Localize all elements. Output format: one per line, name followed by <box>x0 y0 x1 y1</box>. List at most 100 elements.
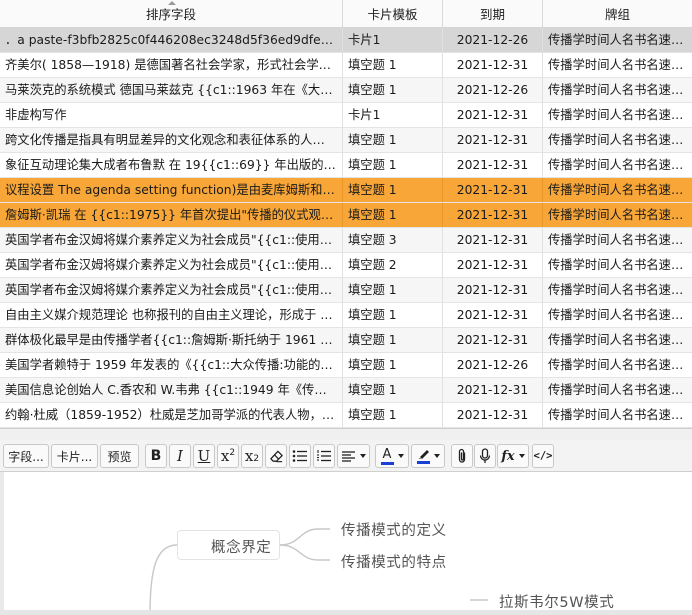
italic-button[interactable]: I <box>169 444 191 468</box>
cell-deck: 传播学时间人名书名速记:: <box>548 208 692 222</box>
microphone-icon <box>479 448 491 463</box>
underline-button[interactable]: U <box>193 444 215 468</box>
bulleted-list-button[interactable] <box>289 444 311 468</box>
chevron-down-icon <box>360 454 366 458</box>
cell-deck: 传播学时间人名书名速记:: <box>548 108 692 122</box>
sort-ascending-icon <box>168 1 176 5</box>
table-row[interactable]: 议程设置 The agenda setting function)是由麦库姆斯和… <box>0 178 692 203</box>
column-header-card-template[interactable]: 卡片模板 <box>343 0 443 28</box>
cell-card-template: 填空题 1 <box>343 303 443 327</box>
subscript-button[interactable]: x2 <box>241 444 263 468</box>
italic-label: I <box>177 446 183 465</box>
table-header: 排序字段 卡片模板 到期 牌组 <box>0 0 692 28</box>
code-icon: </> <box>533 450 553 462</box>
pane-splitter[interactable] <box>0 428 692 440</box>
cell-due: 2021-12-26 <box>443 78 543 102</box>
cell-card-template: 填空题 1 <box>343 403 443 427</box>
table-row[interactable]: 马莱茨克的系统模式 德国马莱兹克 {{c1::1963 年在《大众传播心理学》填… <box>0 78 692 103</box>
record-audio-button[interactable] <box>474 444 496 468</box>
cell-card-template: 填空题 1 <box>343 128 443 152</box>
fields-button[interactable]: 字段... <box>3 444 49 468</box>
connector-root-down <box>149 544 178 615</box>
mindmap-root-label: 概念界定 <box>211 540 272 556</box>
table-row[interactable]: 英国学者布金汉姆将媒介素养定义为社会成员"{{c1::使用和解读 填空题 1 202… <box>0 278 692 303</box>
cell-deck: 传播学时间人名书名速记:: <box>548 158 692 172</box>
cell-deck: 传播学时间人名书名速记:: <box>548 408 692 422</box>
formula-label: fx <box>501 448 515 464</box>
table-row[interactable]: 象征互动理论集大成者布鲁默 在 19{{c1::69}} 年出版的{{c1:: 填… <box>0 153 692 178</box>
highlight-color-bar <box>416 461 430 464</box>
preview-button[interactable]: 预览 <box>100 444 139 468</box>
editor-bottom-scrollbar[interactable] <box>0 610 692 615</box>
table-row[interactable]: 齐美尔( 1858—1918) 是德国著名社会学家，形式社会学的创始人 填空题 1… <box>0 53 692 78</box>
highlight-color-dropdown[interactable] <box>411 444 445 468</box>
table-row[interactable]: 非虚构写作 卡片1 2021-12-31 传播学时间人名书名速记:: <box>0 103 692 128</box>
cell-due: 2021-12-31 <box>443 278 543 302</box>
cell-card-template: 填空题 1 <box>343 203 443 227</box>
table-row[interactable]: 美国信息论创始人 C.香农和 W.韦弗 {{c1::1949 年《传播的数学理论… <box>0 378 692 403</box>
cell-due: 2021-12-31 <box>443 153 543 177</box>
cell-due: 2021-12-31 <box>443 403 543 427</box>
formula-dropdown[interactable]: fx <box>497 444 529 468</box>
cell-due: 2021-12-31 <box>443 203 543 227</box>
cell-sort-field: ．a paste-f3bfb2825c0f446208ec3248d5f36ed… <box>0 28 343 52</box>
html-editor-button[interactable]: </> <box>532 444 554 468</box>
cell-deck: 传播学时间人名书名速记:: <box>548 333 692 347</box>
cell-card-template: 填空题 1 <box>343 153 443 177</box>
cell-deck: 传播学时间人名书名速记:: <box>548 58 692 72</box>
column-header-sort-field[interactable]: 排序字段 <box>0 0 343 28</box>
table-row[interactable]: 英国学者布金汉姆将媒介素养定义为社会成员"{{c1::使用和解读 填空题 2 202… <box>0 253 692 278</box>
cell-deck: 传播学时间人名书名速记:: <box>548 308 692 322</box>
cell-card-template: 填空题 1 <box>343 353 443 377</box>
table-row[interactable]: ．a paste-f3bfb2825c0f446208ec3248d5f36ed… <box>0 28 692 53</box>
cell-sort-field: 齐美尔( 1858—1918) 是德国著名社会学家，形式社会学的创始人 <box>0 53 343 77</box>
cards-button-label: 卡片... <box>56 449 93 464</box>
cell-sort-field: 自由主义媒介规范理论 也称报刊的自由主义理论，形成于 17 世纪 <box>0 303 343 327</box>
cell-due: 2021-12-31 <box>443 228 543 252</box>
cell-deck: 传播学时间人名书名速记:: <box>548 83 692 97</box>
column-header-due[interactable]: 到期 <box>443 0 543 28</box>
cell-sort-field: 约翰·杜威（1859-1952）杜威是芝加哥学派的代表人物，是实用主义 <box>0 403 343 427</box>
table-row[interactable]: 美国学者赖特于 1959 年发表的《{{c1::大众传播:功能的探讨}} 填空题 … <box>0 353 692 378</box>
cell-sort-field: 美国学者赖特于 1959 年发表的《{{c1::大众传播:功能的探讨}} <box>0 353 343 377</box>
cell-sort-field: 英国学者布金汉姆将媒介素养定义为社会成员"{{c1::使用和解读 <box>0 228 343 252</box>
cell-due: 2021-12-31 <box>443 178 543 202</box>
bulleted-list-icon <box>292 450 307 462</box>
field-editor[interactable]: 概念界定 传播模式的定义 传播模式的特点 拉斯韦尔5W模式 <box>0 472 692 615</box>
superscript-button[interactable]: x2 <box>217 444 239 468</box>
attach-button[interactable] <box>451 444 473 468</box>
bold-button[interactable]: B <box>145 444 167 468</box>
eraser-icon <box>269 450 283 462</box>
cell-due: 2021-12-31 <box>443 253 543 277</box>
cell-card-template: 卡片1 <box>343 28 443 52</box>
cell-sort-field: 詹姆斯·凯瑞 在 {{c1::1975}} 年首次提出"传播的仪式观"，一种 <box>0 203 343 227</box>
cell-card-template: 填空题 1 <box>343 178 443 202</box>
cell-deck: 传播学时间人名书名速记:: <box>548 33 692 47</box>
column-header-sort-field-label: 排序字段 <box>145 7 196 22</box>
alignment-dropdown[interactable] <box>337 444 370 468</box>
cell-due: 2021-12-31 <box>443 303 543 327</box>
splitter-grip[interactable] <box>0 433 692 436</box>
cell-sort-field: 象征互动理论集大成者布鲁默 在 19{{c1::69}} 年出版的{{c1:: <box>0 153 343 177</box>
table-row[interactable]: 自由主义媒介规范理论 也称报刊的自由主义理论，形成于 17 世纪 填空题 1 202… <box>0 303 692 328</box>
table-row[interactable]: 詹姆斯·凯瑞 在 {{c1::1975}} 年首次提出"传播的仪式观"，一种 填空… <box>0 203 692 228</box>
text-color-dropdown[interactable]: A <box>375 444 409 468</box>
mindmap-branch-definition: 传播模式的定义 <box>341 523 447 539</box>
cell-deck: 传播学时间人名书名速记:: <box>548 133 692 147</box>
cell-sort-field: 美国信息论创始人 C.香农和 W.韦弗 {{c1::1949 年《传播的数学理论… <box>0 378 343 402</box>
table-row[interactable]: 跨文化传播是指具有明显差异的文化观念和表征体系的人们之间 填空题 1 2021-12… <box>0 128 692 153</box>
numbered-list-button[interactable] <box>313 444 335 468</box>
cell-sort-field: 议程设置 The agenda setting function)是由麦库姆斯和… <box>0 178 343 202</box>
table-row[interactable]: 约翰·杜威（1859-1952）杜威是芝加哥学派的代表人物，是实用主义填空题 1… <box>0 403 692 428</box>
table-row[interactable]: 英国学者布金汉姆将媒介素养定义为社会成员"{{c1::使用和解读 填空题 3 202… <box>0 228 692 253</box>
cell-card-template: 卡片1 <box>343 103 443 127</box>
chevron-down-icon <box>433 454 440 458</box>
cell-due: 2021-12-31 <box>443 378 543 402</box>
table-row[interactable]: 群体极化最早是由传播学者{{c1::詹姆斯·斯托纳于 1961 年}}提出 填空题… <box>0 328 692 353</box>
clear-format-button[interactable] <box>265 444 287 468</box>
cell-card-template: 填空题 1 <box>343 53 443 77</box>
cards-button[interactable]: 卡片... <box>51 444 98 468</box>
cell-deck: 传播学时间人名书名速记:: <box>548 183 692 197</box>
superscript-base: x <box>220 446 230 465</box>
column-header-deck[interactable]: 牌组 <box>543 0 692 28</box>
